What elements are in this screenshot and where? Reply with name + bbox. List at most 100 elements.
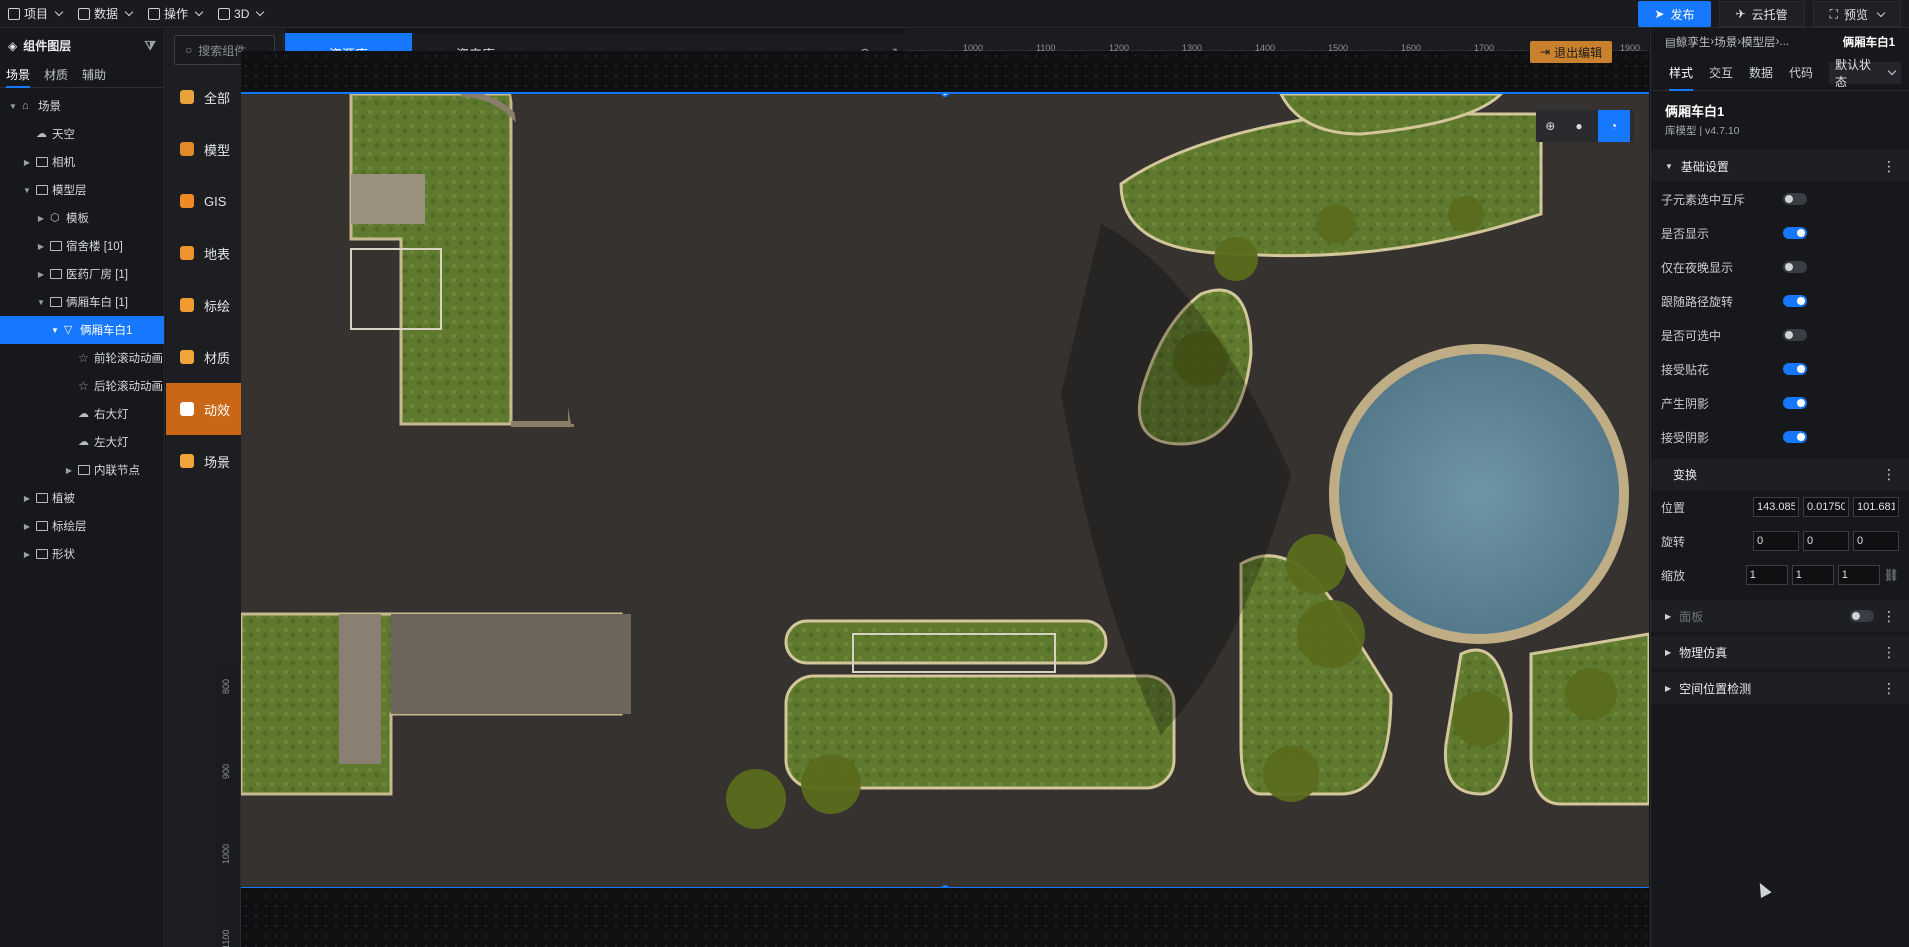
tree-item[interactable]: ☆ 后轮滚动动画 bbox=[0, 372, 164, 400]
panel-toggle[interactable] bbox=[1850, 610, 1874, 622]
more-vertical-icon[interactable]: ⋮ bbox=[1882, 158, 1896, 175]
scene-viewport[interactable] bbox=[241, 92, 1649, 888]
toggle-switch[interactable] bbox=[1783, 397, 1807, 409]
toggle-row: 接受阴影 bbox=[1651, 420, 1909, 454]
light-icon: ☁ bbox=[78, 408, 89, 420]
breadcrumb-current: 俩厢车白1 bbox=[1842, 37, 1895, 49]
selection-handle-bottom[interactable] bbox=[941, 885, 949, 887]
caret-icon[interactable]: ▼ bbox=[50, 326, 60, 335]
prop-tab-0[interactable]: 样式 bbox=[1669, 55, 1693, 91]
scale-y-input[interactable] bbox=[1791, 565, 1834, 585]
position-z-input[interactable] bbox=[1853, 497, 1899, 517]
link-icon[interactable]: ⛓ bbox=[1884, 568, 1899, 582]
section-physics[interactable]: ▶ 物理仿真 ⋮ bbox=[1651, 636, 1909, 668]
caret-icon[interactable]: ▶ bbox=[36, 242, 46, 251]
caret-icon[interactable]: ▶ bbox=[36, 214, 46, 223]
layer-tab-1[interactable]: 材质 bbox=[44, 62, 68, 88]
prop-tab-3[interactable]: 代码 bbox=[1789, 64, 1813, 81]
tree-item[interactable]: ▶ 植被 bbox=[0, 484, 164, 512]
tree-item[interactable]: ▶ 标绘层 bbox=[0, 512, 164, 540]
tree-item[interactable]: ☁ 左大灯 bbox=[0, 428, 164, 456]
scale-z-input[interactable] bbox=[1837, 565, 1880, 585]
caret-icon[interactable]: ▶ bbox=[64, 466, 74, 475]
section-spatial-detection[interactable]: ▶ 空间位置检测 ⋮ bbox=[1651, 672, 1909, 704]
tree-item[interactable]: ▶ 宿舍楼 [10] bbox=[0, 232, 164, 260]
tree-item[interactable]: ☆ 前轮滚动动画 bbox=[0, 344, 164, 372]
rotation-z-input[interactable] bbox=[1853, 531, 1899, 551]
more-vertical-icon[interactable]: ⋮ bbox=[1882, 608, 1896, 625]
toggle-switch[interactable] bbox=[1783, 193, 1807, 205]
folder-icon bbox=[50, 297, 62, 307]
category-icon bbox=[180, 454, 194, 468]
state-dropdown[interactable]: 默认状态 bbox=[1829, 58, 1901, 89]
tree-item[interactable]: ▶ 相机 bbox=[0, 148, 164, 176]
caret-icon[interactable]: ▶ bbox=[22, 494, 32, 503]
ruler-tick: 1100 bbox=[221, 929, 231, 947]
category-icon bbox=[180, 402, 194, 416]
rotation-x-input[interactable] bbox=[1753, 531, 1799, 551]
menu-2[interactable]: 操作 bbox=[140, 0, 210, 28]
section-basic-settings[interactable]: ▼ 基础设置 ⋮ bbox=[1651, 150, 1909, 182]
toggle-switch[interactable] bbox=[1783, 261, 1807, 273]
breadcrumb-item[interactable]: ... bbox=[1779, 36, 1789, 48]
orbit-view-icon[interactable]: ◔ bbox=[1597, 110, 1630, 142]
tree-item[interactable]: ☁ 天空 bbox=[0, 120, 164, 148]
exit-icon: ⇥ bbox=[1540, 45, 1551, 59]
cloud-host-button[interactable]: ✈ 云托管 bbox=[1718, 1, 1805, 27]
caret-icon[interactable]: ▶ bbox=[22, 158, 32, 167]
menu-1[interactable]: 数据 bbox=[70, 0, 140, 28]
preview-button[interactable]: ⛶ 预览 bbox=[1812, 1, 1901, 27]
position-x-input[interactable] bbox=[1753, 497, 1799, 517]
layer-tab-2[interactable]: 辅助 bbox=[82, 62, 106, 88]
more-vertical-icon[interactable]: ⋮ bbox=[1882, 680, 1896, 697]
caret-icon[interactable]: ▼ bbox=[36, 298, 46, 307]
solid-sphere-icon[interactable]: ● bbox=[1569, 116, 1589, 136]
toggle-switch[interactable] bbox=[1783, 363, 1807, 375]
tree-item[interactable]: ▶ ⬡ 模板 bbox=[0, 204, 164, 232]
filter-icon[interactable]: ⧩ bbox=[144, 38, 156, 54]
caret-icon[interactable]: ▼ bbox=[22, 186, 32, 195]
caret-icon[interactable]: ▶ bbox=[22, 550, 32, 559]
tree-item[interactable]: ☁ 右大灯 bbox=[0, 400, 164, 428]
more-vertical-icon[interactable]: ⋮ bbox=[1882, 644, 1896, 661]
category-label: 标绘 bbox=[204, 298, 231, 314]
breadcrumb-item[interactable]: 鲸孪生 bbox=[1676, 34, 1711, 50]
tree-item[interactable]: ▶ 形状 bbox=[0, 540, 164, 568]
caret-icon[interactable]: ▼ bbox=[8, 102, 18, 111]
toggle-switch[interactable] bbox=[1783, 227, 1807, 239]
publish-button[interactable]: ➤ 发布 bbox=[1638, 1, 1711, 27]
prop-tab-2[interactable]: 数据 bbox=[1749, 64, 1773, 81]
section-transform[interactable]: 变换 ⋮ bbox=[1651, 458, 1909, 490]
caret-icon[interactable]: ▶ bbox=[36, 270, 46, 279]
menu-0[interactable]: 项目 bbox=[0, 0, 70, 28]
ruler-tick: 900 bbox=[221, 763, 231, 779]
scale-x-input[interactable] bbox=[1745, 565, 1788, 585]
section-panel[interactable]: ▶ 面板 ⋮ bbox=[1651, 600, 1909, 632]
toggle-label: 产生阴影 bbox=[1661, 396, 1710, 411]
breadcrumb-item[interactable]: 模型层 bbox=[1741, 34, 1776, 50]
more-vertical-icon[interactable]: ⋮ bbox=[1882, 466, 1896, 483]
layers-icon: ◈ bbox=[8, 38, 18, 53]
fullscreen-icon: ⛶ bbox=[1829, 6, 1838, 21]
menu-3[interactable]: 3D bbox=[210, 0, 271, 28]
tree-item[interactable]: ▼ ⌂ 场景 bbox=[0, 92, 164, 120]
breadcrumb-item[interactable]: 场景 bbox=[1714, 34, 1737, 50]
toggle-switch[interactable] bbox=[1783, 329, 1807, 341]
chevron-down-icon bbox=[194, 7, 204, 17]
rotation-y-input[interactable] bbox=[1803, 531, 1849, 551]
tree-item[interactable]: ▶ 内联节点 bbox=[0, 456, 164, 484]
tree-item[interactable]: ▼ 俩厢车白 [1] bbox=[0, 288, 164, 316]
exit-edit-button[interactable]: ⇥ 退出编辑 bbox=[1530, 41, 1613, 63]
toggle-switch[interactable] bbox=[1783, 295, 1807, 307]
position-y-input[interactable] bbox=[1803, 497, 1849, 517]
prop-tab-1[interactable]: 交互 bbox=[1709, 64, 1733, 81]
tree-item[interactable]: ▼ ▽ 俩厢车白1 bbox=[0, 316, 164, 344]
layer-tab-0[interactable]: 场景 bbox=[6, 62, 31, 88]
star-icon: ☆ bbox=[78, 379, 89, 393]
tree-item[interactable]: ▶ 医药厂房 [1] bbox=[0, 260, 164, 288]
caret-icon[interactable]: ▶ bbox=[22, 522, 32, 531]
toggle-switch[interactable] bbox=[1783, 431, 1807, 443]
globe-view-icon[interactable]: ⊕ bbox=[1540, 116, 1560, 136]
tree-item[interactable]: ▼ 模型层 bbox=[0, 176, 164, 204]
category-label: 模型 bbox=[204, 142, 231, 158]
